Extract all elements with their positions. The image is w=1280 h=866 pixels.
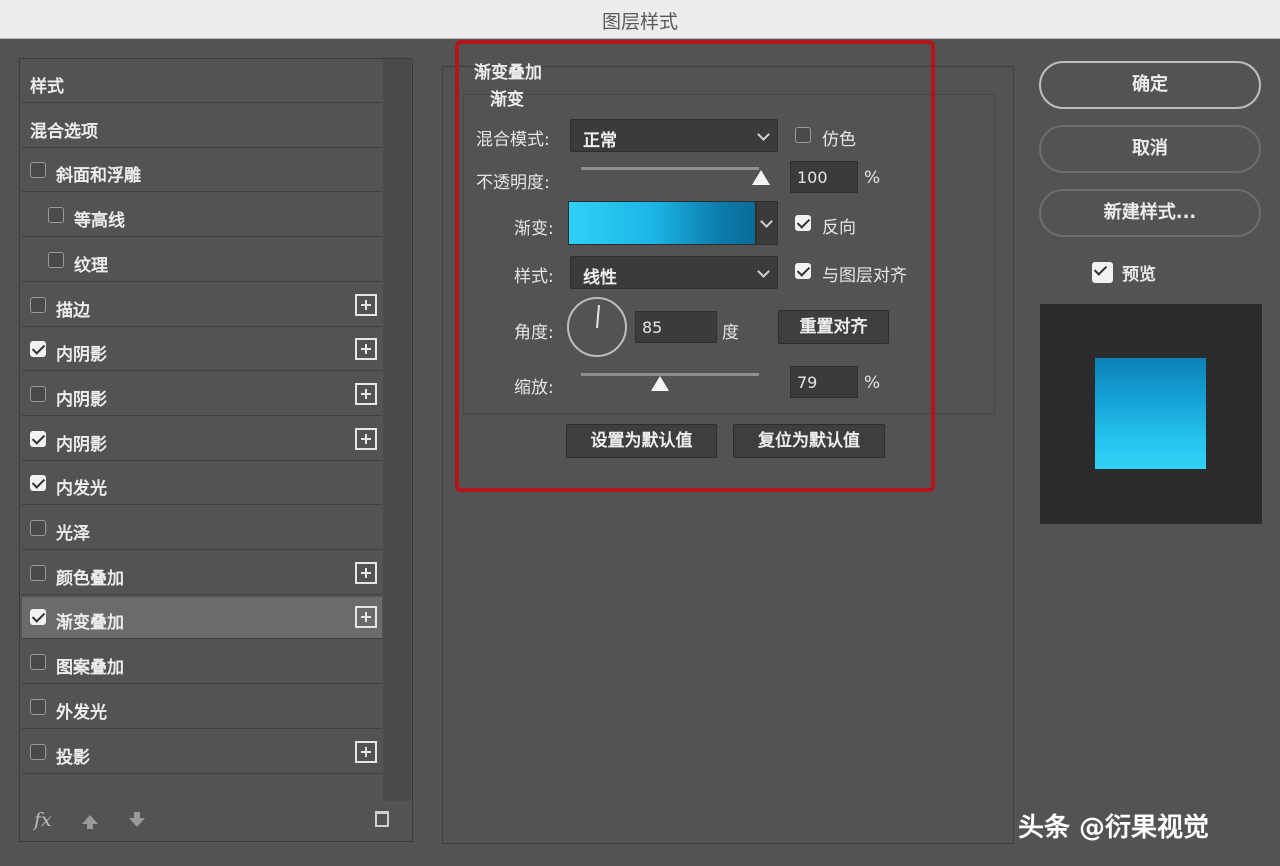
sidebar-item[interactable]: 斜面和浮雕 bbox=[22, 150, 382, 192]
sidebar-item[interactable]: 外发光 bbox=[22, 687, 382, 729]
styles-toolbar: fx bbox=[20, 801, 412, 841]
sidebar-item[interactable]: 图案叠加 bbox=[22, 642, 382, 684]
sidebar-item-label: 等高线 bbox=[74, 211, 125, 231]
sidebar-item[interactable]: 光泽 bbox=[22, 508, 382, 550]
sidebar-item-checkbox[interactable] bbox=[30, 341, 46, 357]
sidebar-item-label: 样式 bbox=[30, 77, 64, 97]
sidebar-item-label: 描边 bbox=[56, 301, 90, 321]
sidebar-item-checkbox[interactable] bbox=[30, 699, 46, 715]
sidebar-item-label: 斜面和浮雕 bbox=[56, 166, 141, 186]
sidebar-item-checkbox[interactable] bbox=[30, 520, 46, 536]
add-effect-icon[interactable] bbox=[355, 562, 377, 584]
sidebar-item-label: 混合选项 bbox=[30, 122, 98, 142]
sidebar-item[interactable]: 颜色叠加 bbox=[22, 553, 382, 595]
sidebar-item-label: 光泽 bbox=[56, 524, 90, 544]
sidebar-item-checkbox[interactable] bbox=[30, 654, 46, 670]
add-effect-icon[interactable] bbox=[355, 606, 377, 628]
sidebar-item-label: 内阴影 bbox=[56, 345, 107, 365]
sidebar-item-label: 外发光 bbox=[56, 703, 107, 723]
move-up-icon[interactable] bbox=[82, 815, 98, 829]
add-effect-icon[interactable] bbox=[355, 294, 377, 316]
add-effect-icon[interactable] bbox=[355, 383, 377, 405]
sidebar-item-label: 纹理 bbox=[74, 256, 108, 276]
add-effect-icon[interactable] bbox=[355, 338, 377, 360]
add-effect-icon[interactable] bbox=[355, 741, 377, 763]
sidebar-item-label: 颜色叠加 bbox=[56, 569, 124, 589]
sidebar-item-checkbox[interactable] bbox=[30, 386, 46, 402]
sidebar-item[interactable]: 等高线 bbox=[22, 195, 382, 237]
highlight-box bbox=[455, 40, 935, 492]
sidebar-item[interactable]: 内阴影 bbox=[22, 329, 382, 371]
scrollbar[interactable] bbox=[383, 59, 411, 801]
sidebar-item-label: 内阴影 bbox=[56, 435, 107, 455]
sidebar-item[interactable]: 渐变叠加 bbox=[22, 597, 382, 639]
ok-button[interactable]: 确定 bbox=[1039, 61, 1261, 109]
sidebar-item-label: 图案叠加 bbox=[56, 658, 124, 678]
sidebar-item[interactable]: 投影 bbox=[22, 732, 382, 774]
sidebar-item-checkbox[interactable] bbox=[30, 609, 46, 625]
watermark: 头条 @衍果视觉 bbox=[1018, 813, 1210, 843]
title-bar: 图层样式 bbox=[0, 0, 1280, 39]
sidebar-item[interactable]: 样式 bbox=[22, 61, 382, 103]
sidebar-item-checkbox[interactable] bbox=[48, 252, 64, 268]
fx-button[interactable]: fx bbox=[34, 809, 52, 831]
sidebar-item-checkbox[interactable] bbox=[30, 744, 46, 760]
sidebar-item-checkbox[interactable] bbox=[30, 431, 46, 447]
sidebar-item[interactable]: 纹理 bbox=[22, 240, 382, 282]
styles-list-panel: 样式 混合选项 斜面和浮雕 等高线 纹理 描边 内阴影 内阴影 内阴影 内发光 光泽 颜色叠加 渐变叠加… bbox=[19, 58, 413, 842]
sidebar-item-label: 渐变叠加 bbox=[56, 613, 124, 633]
new-style-button[interactable]: 新建样式... bbox=[1039, 189, 1261, 237]
cancel-button[interactable]: 取消 bbox=[1039, 125, 1261, 173]
move-down-icon[interactable] bbox=[129, 812, 145, 827]
preview-checkbox[interactable] bbox=[1092, 262, 1113, 283]
preview-label: 预览 bbox=[1122, 265, 1156, 285]
sidebar-item[interactable]: 内阴影 bbox=[22, 374, 382, 416]
add-effect-icon[interactable] bbox=[355, 428, 377, 450]
sidebar-item-checkbox[interactable] bbox=[48, 207, 64, 223]
sidebar-item-checkbox[interactable] bbox=[30, 565, 46, 581]
trash-icon[interactable] bbox=[375, 811, 389, 827]
sidebar-item-checkbox[interactable] bbox=[30, 297, 46, 313]
preview-swatch bbox=[1095, 358, 1206, 469]
sidebar-item[interactable]: 描边 bbox=[22, 285, 382, 327]
sidebar-item[interactable]: 内阴影 bbox=[22, 419, 382, 461]
sidebar-item[interactable]: 内发光 bbox=[22, 463, 382, 505]
sidebar-item-label: 内发光 bbox=[56, 479, 107, 499]
sidebar-item-checkbox[interactable] bbox=[30, 475, 46, 491]
sidebar-item-checkbox[interactable] bbox=[30, 162, 46, 178]
window-title: 图层样式 bbox=[601, 11, 678, 33]
sidebar-item-label: 内阴影 bbox=[56, 390, 107, 410]
sidebar-item[interactable]: 混合选项 bbox=[22, 106, 382, 148]
sidebar-item-label: 投影 bbox=[56, 748, 90, 768]
